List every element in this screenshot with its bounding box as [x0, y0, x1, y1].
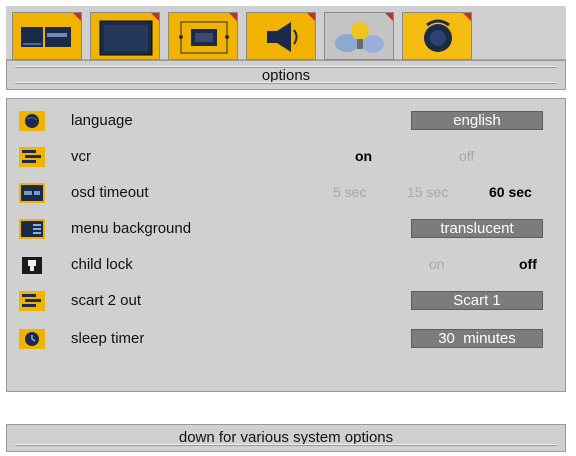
option-label-sleep-timer: sleep timer [71, 330, 145, 347]
lock-icon [22, 257, 42, 274]
osd-choice-60sec[interactable]: 60 sec [489, 184, 532, 200]
clock-icon [19, 329, 45, 349]
option-row-sleep-timer[interactable]: sleep timer 30 minutes [7, 327, 565, 353]
vcr-choice-on[interactable]: on [355, 148, 372, 164]
source-icon [424, 19, 452, 52]
status-rule [15, 444, 557, 446]
option-label-vcr: vcr [71, 148, 91, 165]
option-row-osd-timeout[interactable]: osd timeout 5 sec 15 sec 60 sec [7, 181, 565, 207]
osd-screen-icon [19, 183, 45, 203]
child-lock-choice-off[interactable]: off [519, 256, 537, 272]
option-label-menu-background: menu background [71, 220, 192, 237]
picture-settings-icon [21, 27, 71, 47]
tab-features[interactable] [324, 12, 394, 60]
feature-icon [325, 13, 393, 59]
options-panel: language english vcr on off osd timeout … [6, 98, 566, 392]
osd-choice-5sec[interactable]: 5 sec [333, 184, 366, 200]
option-label-language: language [71, 112, 133, 129]
screen-icon [99, 20, 153, 56]
picture-format-icon [179, 21, 229, 54]
option-row-scart2-out[interactable]: scart 2 out Scart 1 [7, 289, 565, 315]
option-label-scart2-out: scart 2 out [71, 292, 142, 309]
option-row-child-lock[interactable]: child lock on off [7, 253, 565, 279]
menu-background-value[interactable]: translucent [411, 219, 543, 238]
tab-picture-format[interactable] [168, 12, 238, 60]
speaker-icon [267, 22, 298, 52]
menu-tab-bar [6, 6, 566, 60]
option-row-language[interactable]: language english [7, 109, 565, 135]
osd-choice-15sec[interactable]: 15 sec [407, 184, 448, 200]
status-bar: down for various system options [6, 424, 566, 452]
list-settings-icon [19, 291, 45, 311]
option-label-osd-timeout: osd timeout [71, 184, 149, 201]
vcr-choice-off[interactable]: off [459, 148, 474, 164]
list-settings-icon [19, 147, 45, 167]
tab-screen[interactable] [90, 12, 160, 60]
header-rule-bottom [15, 82, 557, 84]
menu-background-icon [19, 219, 45, 239]
tab-sound[interactable] [246, 12, 316, 60]
child-lock-choice-on[interactable]: on [429, 256, 445, 272]
scart2-out-value[interactable]: Scart 1 [411, 291, 543, 310]
language-value[interactable]: english [411, 111, 543, 130]
sleep-timer-value[interactable]: 30 minutes [411, 329, 543, 348]
globe-icon [19, 111, 45, 131]
option-row-menu-background[interactable]: menu background translucent [7, 217, 565, 243]
section-header: options [6, 60, 566, 90]
option-label-child-lock: child lock [71, 256, 133, 273]
tab-options[interactable] [402, 12, 472, 60]
option-row-vcr[interactable]: vcr on off [7, 145, 565, 171]
tab-picture[interactable] [12, 12, 82, 60]
